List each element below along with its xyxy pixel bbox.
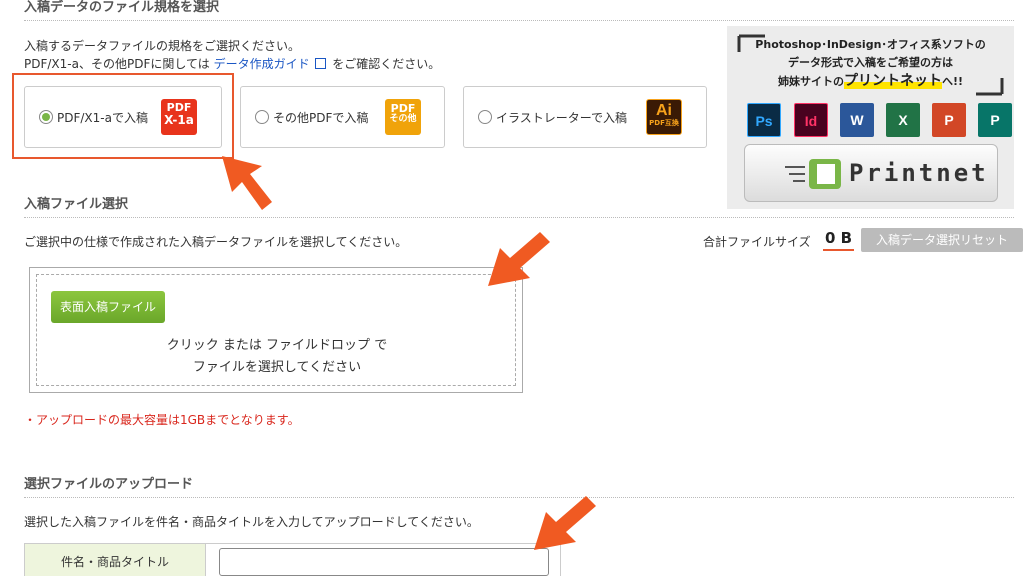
divider [24,497,1014,498]
title-field-label: 件名・商品タイトル [25,544,206,576]
max-size-warning: ・アップロードの最大容量は1GBまでとなります。 [24,413,300,427]
powerpoint-icon: P [932,103,966,137]
divider [24,217,1014,218]
section-title-upload: 選択ファイルのアップロード [24,477,194,492]
option-pdfx1a[interactable]: PDF/X1-aで入稿 PDF X-1a [24,86,222,148]
option-illustrator[interactable]: イラストレーターで入稿 Ai PDF互換 [463,86,707,148]
illustrator-icon: Ai PDF互換 [646,99,682,135]
option-label: イラストレーターで入稿 [496,111,628,125]
promo-text: Photoshop･InDesign･オフィス系ソフトの データ形式で入稿をご希… [727,36,1014,91]
total-size-label: 合計ファイルサイズ [703,235,811,249]
word-icon: W [840,103,874,137]
arrow-icon [222,156,272,210]
format-intro-line1: 入稿するデータファイルの規格をご選択ください。 [24,39,301,53]
drop-area[interactable]: 表面入稿ファイル クリック または ファイルドロップ で ファイルを選択してくだ… [36,274,516,386]
file-drop-zone[interactable]: 表面入稿ファイル クリック または ファイルドロップ で ファイルを選択してくだ… [29,267,523,393]
intro-prefix: PDF/X1-a、その他PDFに関しては [24,57,210,71]
arrow-icon [534,496,596,550]
option-other-pdf[interactable]: その他PDFで入稿 PDF その他 [240,86,445,148]
external-link-icon[interactable] [315,58,327,69]
title-input[interactable] [219,548,549,576]
printnet-button[interactable]: Printnet [744,144,998,202]
publisher-icon: P [978,103,1012,137]
indesign-icon: Id [794,103,828,137]
title-field-row: 件名・商品タイトル [24,543,561,576]
photoshop-icon: Ps [747,103,781,137]
section-title-file: 入稿ファイル選択 [24,197,129,212]
printnet-logo-icon [785,159,841,189]
printnet-promo-banner[interactable]: Photoshop･InDesign･オフィス系ソフトの データ形式で入稿をご希… [727,26,1014,209]
intro-suffix: をご確認ください。 [332,57,441,71]
reset-selection-button[interactable]: 入稿データ選択リセット [861,228,1023,252]
total-size-value: 0 B [823,229,855,251]
printnet-label: Printnet [849,159,989,187]
guide-link[interactable]: データ作成ガイド [214,57,310,71]
radio-other-pdf[interactable] [255,110,269,124]
excel-icon: X [886,103,920,137]
drop-instructions: クリック または ファイルドロップ で ファイルを選択してください [166,338,388,375]
front-file-button[interactable]: 表面入稿ファイル [51,291,165,323]
radio-illustrator[interactable] [478,110,492,124]
divider [24,20,1014,21]
pdf-other-icon: PDF その他 [385,99,421,135]
pdf-x1a-icon: PDF X-1a [161,99,197,135]
section-title-format: 入稿データのファイル規格を選択 [24,0,220,15]
format-intro-line2: PDF/X1-a、その他PDFに関しては データ作成ガイド をご確認ください。 [24,55,440,72]
option-label: PDF/X1-aで入稿 [57,111,148,125]
promo-line3: 姉妹サイトのプリントネットへ!! [777,73,964,89]
arrow-icon [488,232,550,286]
file-intro: ご選択中の仕様で作成された入稿データファイルを選択してください。 [24,235,408,249]
radio-pdfx1a[interactable] [39,110,53,124]
upload-intro: 選択した入稿ファイルを件名・商品タイトルを入力してアップロードしてください。 [24,515,479,529]
promo-line1: Photoshop･InDesign･オフィス系ソフトの [755,38,986,51]
promo-line2: データ形式で入稿をご希望の方は [788,56,953,69]
option-label: その他PDFで入稿 [273,111,369,125]
